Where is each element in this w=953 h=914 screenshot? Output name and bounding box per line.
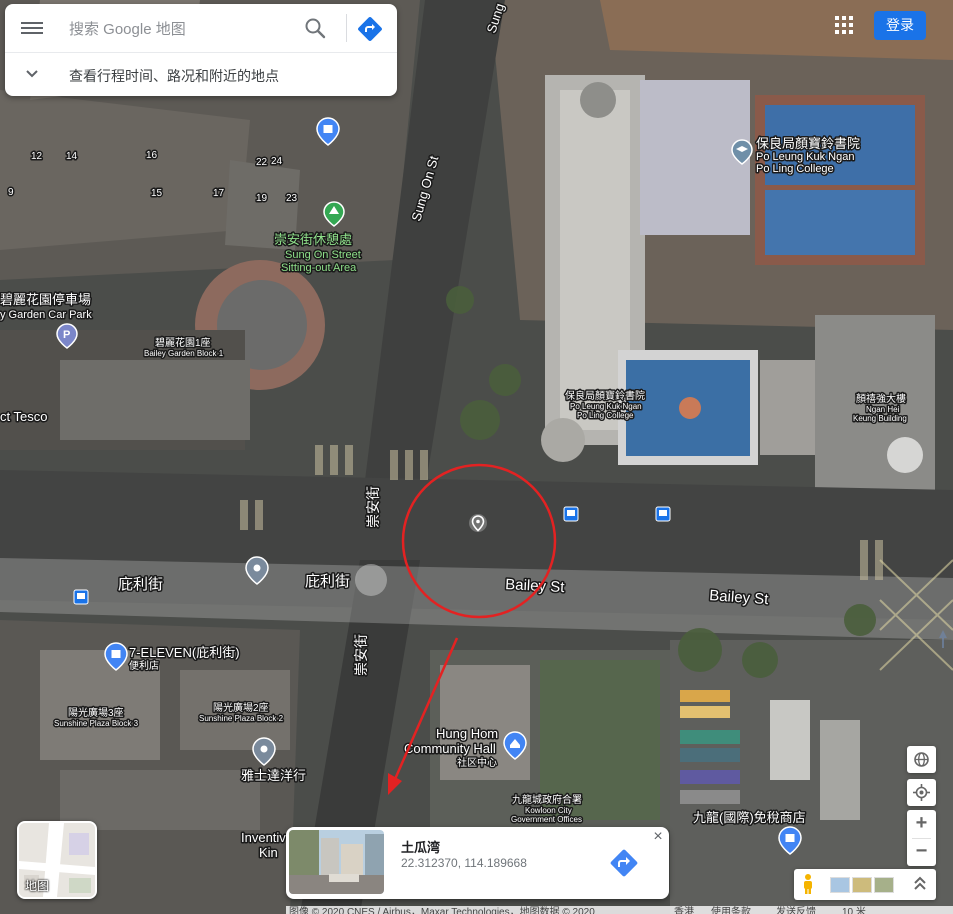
place-pin-icon[interactable] [245, 556, 269, 585]
zoom-in-button[interactable]: + [907, 810, 936, 838]
shopping-pin-icon[interactable] [778, 826, 802, 855]
map-footer: 图像 © 2020 CNES / Airbus，Maxar Technologi… [286, 906, 953, 914]
explore-expand-row[interactable]: 查看行程时间、路况和附近的地点 [5, 53, 397, 96]
parking-pin-icon[interactable]: P [56, 323, 78, 349]
search-icon[interactable] [303, 16, 327, 40]
location-info-card: 土瓜湾 22.312370, 114.189668 × [286, 827, 669, 899]
park-tree-icon[interactable] [323, 201, 345, 227]
annotation-arrow-line [390, 637, 459, 787]
terms-link[interactable]: 使用条款 [711, 906, 751, 914]
community-hall-pin-icon[interactable] [503, 731, 527, 760]
explore-expand-label: 查看行程时间、路况和附近的地点 [69, 68, 279, 84]
chevron-down-icon [26, 70, 38, 78]
bus-stop-icon[interactable] [655, 506, 671, 522]
menu-icon[interactable] [21, 19, 43, 37]
annotation-circle [401, 463, 557, 619]
chevron-up-icon[interactable] [912, 875, 928, 893]
globe-view-button[interactable] [907, 746, 936, 773]
layers-label: 地图 [25, 879, 50, 893]
map-pin-layer: P [56, 117, 802, 855]
my-location-icon [913, 784, 930, 801]
search-divider [346, 14, 347, 42]
school-pin-icon[interactable] [731, 139, 753, 165]
apps-grid-icon[interactable] [835, 16, 855, 36]
pegman-icon[interactable] [800, 873, 816, 895]
feedback-link[interactable]: 发送反馈 [776, 906, 816, 914]
imagery-attribution: 图像 © 2020 CNES / Airbus，Maxar Technologi… [289, 907, 595, 914]
imagery-thumb-1[interactable] [830, 877, 850, 893]
layers-toggle-button[interactable]: 地图 [17, 821, 97, 899]
directions-icon[interactable] [609, 848, 639, 878]
globe-icon [914, 752, 929, 767]
scale-label[interactable]: 10 米 [842, 906, 866, 914]
street-view-image [289, 830, 384, 894]
bus-stop-icon[interactable] [563, 506, 579, 522]
bus-stop-icon[interactable] [73, 589, 89, 605]
location-title: 土瓜湾 [401, 840, 441, 855]
close-icon[interactable]: × [650, 829, 666, 845]
shopping-pin-icon[interactable] [104, 642, 128, 671]
sign-in-button[interactable]: 登录 [874, 11, 926, 40]
zoom-control: + − [907, 810, 936, 866]
my-location-button[interactable] [907, 779, 936, 806]
zoom-out-button[interactable]: − [907, 838, 936, 866]
svg-text:P: P [63, 329, 70, 341]
location-coordinates: 22.312370, 114.189668 [401, 856, 527, 870]
shopping-pin-icon[interactable] [316, 117, 340, 146]
search-input[interactable] [67, 14, 303, 44]
place-pin-icon[interactable] [252, 737, 276, 766]
search-card: 查看行程时间、路况和附近的地点 [5, 4, 397, 96]
imagery-thumb-2[interactable] [852, 877, 872, 893]
selected-location-pin-icon[interactable] [469, 514, 487, 532]
imagery-thumb-3[interactable] [874, 877, 894, 893]
compass-hint-icon[interactable] [935, 626, 951, 656]
street-view-thumbnail[interactable] [289, 830, 384, 894]
region-label[interactable]: 香港 [674, 906, 694, 914]
street-view-strip [794, 869, 936, 900]
search-row [5, 4, 397, 52]
directions-icon[interactable] [357, 16, 383, 42]
